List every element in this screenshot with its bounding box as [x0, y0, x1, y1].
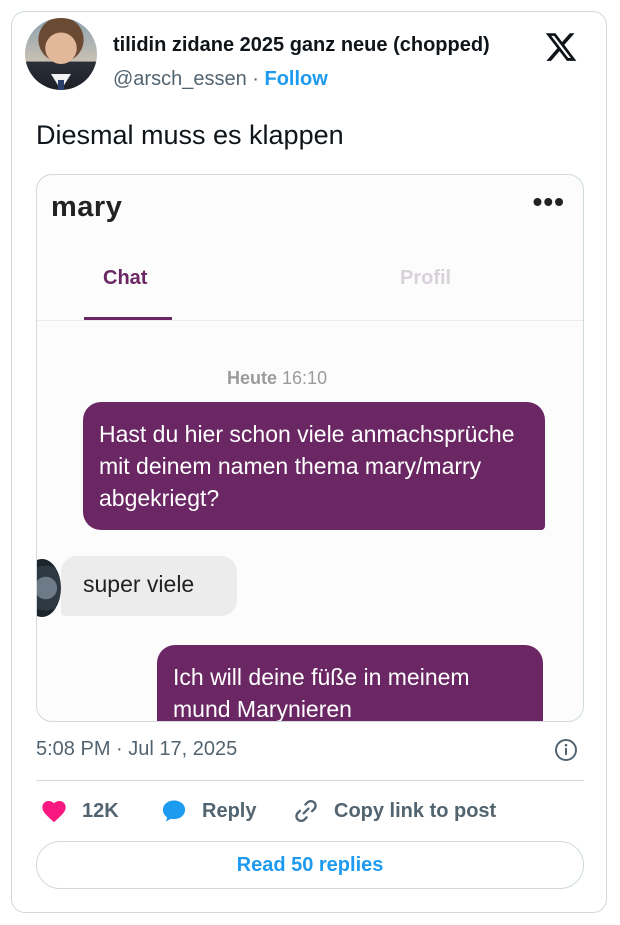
reply-bubble-icon: [162, 800, 186, 822]
chat-time-label: 16:10: [282, 368, 328, 388]
tweet-media-screenshot[interactable]: mary ••• Chat Profil Heute 16:10 Hast du…: [36, 174, 584, 722]
chat-date-label: Heute: [227, 368, 278, 388]
read-replies-button[interactable]: Read 50 replies: [36, 841, 584, 889]
tweet-timestamp[interactable]: 5:08 PM · Jul 17, 2025: [36, 738, 237, 761]
reply-label: Reply: [202, 799, 257, 822]
action-bar: 12K Reply Copy link to post: [36, 797, 584, 827]
message-incoming: super viele: [61, 556, 237, 616]
reply-button[interactable]: Reply: [160, 797, 256, 825]
follow-button[interactable]: Follow: [264, 68, 327, 90]
avatar-tie: [58, 80, 64, 90]
chat-contact-avatar: [37, 559, 61, 617]
x-logo-icon[interactable]: [544, 30, 578, 64]
copy-link-button[interactable]: Copy link to post: [292, 797, 496, 825]
link-icon: [295, 799, 317, 823]
author-avatar[interactable]: [25, 18, 97, 90]
like-button[interactable]: 12K: [40, 797, 119, 825]
tweet-text: Diesmal muss es klappen: [36, 120, 344, 150]
message-outgoing: Hast du hier schon viele anmachsprüche m…: [83, 402, 545, 530]
more-dots-icon: •••: [532, 186, 565, 217]
handle-separator: ·: [246, 68, 265, 90]
tab-chat: Chat: [103, 267, 148, 289]
copy-link-label: Copy link to post: [334, 799, 497, 822]
author-handle-line: @arsch_essen · Follow: [113, 68, 328, 91]
message-outgoing: Ich will deine füße in meinem mund Maryn…: [157, 645, 543, 721]
tab-profil: Profil: [400, 267, 452, 289]
info-icon[interactable]: [554, 738, 578, 762]
like-count: 12K: [82, 799, 119, 822]
heart-icon: [42, 800, 66, 823]
tab-divider: [37, 320, 583, 321]
author-handle[interactable]: @arsch_essen: [113, 68, 247, 90]
divider: [36, 780, 584, 781]
chat-contact-name: mary: [51, 191, 123, 223]
chat-timestamp: Heute 16:10: [227, 368, 327, 389]
author-name[interactable]: tilidin zidane 2025 ganz neue (chopped): [113, 34, 490, 57]
